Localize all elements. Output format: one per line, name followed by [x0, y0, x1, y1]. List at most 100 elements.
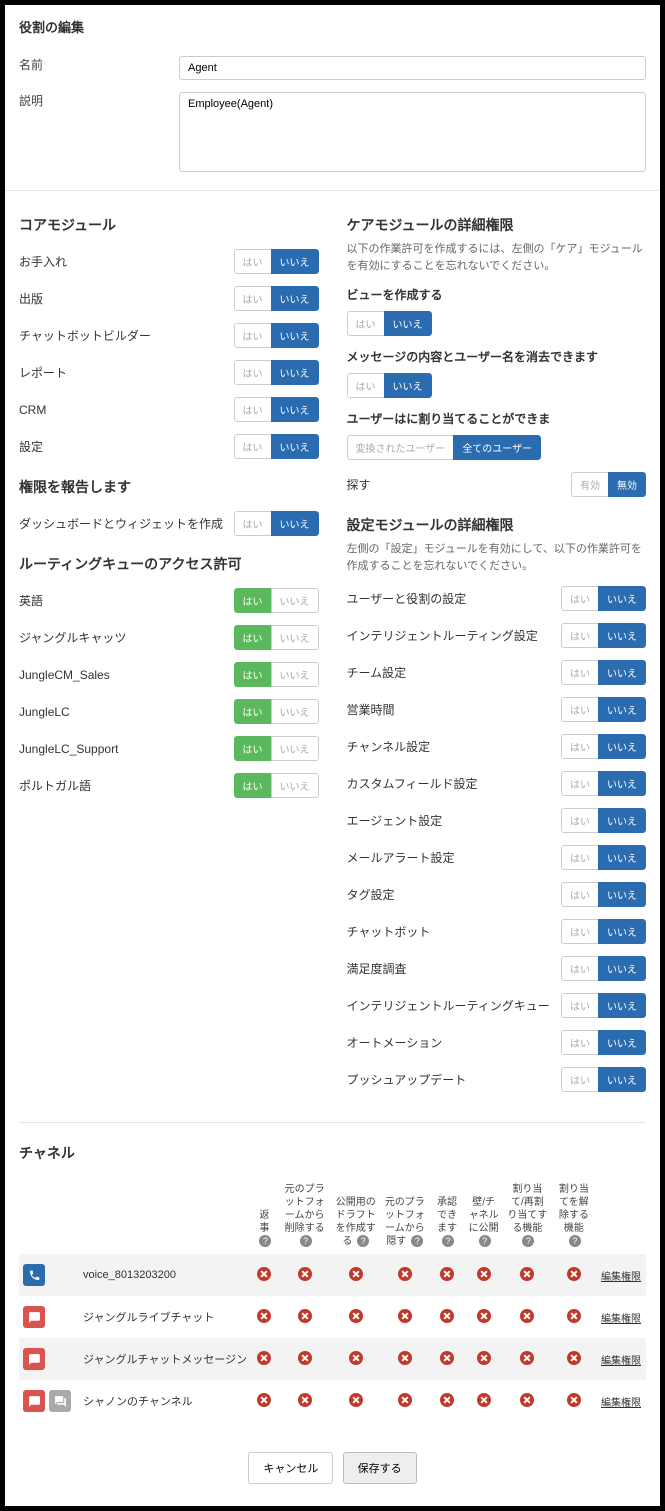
settings-toggle-9[interactable]: はい いいえ: [561, 919, 646, 944]
deny-icon[interactable]: [520, 1267, 534, 1281]
settings-toggle-7[interactable]: はい いいえ: [561, 845, 646, 870]
deny-icon[interactable]: [349, 1351, 363, 1365]
help-icon[interactable]: ?: [569, 1235, 581, 1247]
core-toggle-3[interactable]: はい いいえ: [234, 360, 319, 385]
deny-icon[interactable]: [298, 1267, 312, 1281]
report-row-label: ダッシュボードとウィジェットを作成: [19, 515, 223, 532]
deny-icon[interactable]: [440, 1267, 454, 1281]
deny-icon[interactable]: [520, 1393, 534, 1407]
report-toggle[interactable]: はい いいえ: [234, 511, 319, 536]
name-input[interactable]: [179, 56, 646, 80]
settings-toggle-3[interactable]: はい いいえ: [561, 697, 646, 722]
routing-toggle-3[interactable]: はい いいえ: [234, 699, 319, 724]
settings-row: インテリジェントルーティングキュー はい いいえ: [347, 993, 647, 1018]
settings-row: チャットボット はい いいえ: [347, 919, 647, 944]
deny-icon[interactable]: [567, 1309, 581, 1323]
core-toggle-1[interactable]: はい いいえ: [234, 286, 319, 311]
deny-icon[interactable]: [477, 1351, 491, 1365]
settings-row-label: タグ設定: [347, 886, 395, 903]
settings-toggle-11[interactable]: はい いいえ: [561, 993, 646, 1018]
core-toggle-2[interactable]: はい いいえ: [234, 323, 319, 348]
settings-toggle-4[interactable]: はい いいえ: [561, 734, 646, 759]
care-user-toggle[interactable]: 変換されたユーザー 全てのユーザー: [347, 435, 542, 460]
channel-header: 公開用のドラフトを作成する ?: [332, 1177, 380, 1254]
help-icon[interactable]: ?: [442, 1235, 454, 1247]
care-ed-toggle[interactable]: 有効 無効: [571, 472, 646, 497]
routing-title: ルーティングキューのアクセス許可: [19, 554, 319, 574]
settings-toggle-1[interactable]: はい いいえ: [561, 623, 646, 648]
deny-icon[interactable]: [257, 1393, 271, 1407]
routing-toggle-2[interactable]: はい いいえ: [234, 662, 319, 687]
core-toggle-4[interactable]: はい いいえ: [234, 397, 319, 422]
settings-toggle-12[interactable]: はい いいえ: [561, 1030, 646, 1055]
channels-title: チャネル: [19, 1143, 646, 1163]
save-button[interactable]: 保存する: [343, 1452, 417, 1484]
routing-toggle-0[interactable]: はい いいえ: [234, 588, 319, 613]
deny-icon[interactable]: [440, 1351, 454, 1365]
edit-permissions-link[interactable]: 編集権限: [601, 1272, 641, 1283]
help-icon[interactable]: ?: [479, 1235, 491, 1247]
core-row-label: CRM: [19, 403, 46, 417]
description-label: 説明: [19, 92, 179, 109]
deny-icon[interactable]: [398, 1267, 412, 1281]
deny-icon[interactable]: [567, 1351, 581, 1365]
deny-icon[interactable]: [349, 1309, 363, 1323]
settings-toggle-0[interactable]: はい いいえ: [561, 586, 646, 611]
settings-row-label: チャンネル設定: [347, 738, 431, 755]
help-icon[interactable]: ?: [259, 1235, 271, 1247]
care-note: 以下の作業許可を作成するには、左側の「ケア」モジュールを有効にすることを忘れない…: [347, 241, 647, 274]
edit-permissions-link[interactable]: 編集権限: [601, 1356, 641, 1367]
deny-icon[interactable]: [398, 1393, 412, 1407]
deny-icon[interactable]: [567, 1393, 581, 1407]
settings-toggle-10[interactable]: はい いいえ: [561, 956, 646, 981]
settings-toggle-8[interactable]: はい いいえ: [561, 882, 646, 907]
role-edit-panel: 役割の編集 名前 説明 コアモジュール お手入れ はい いいえ 出版 はい いい…: [0, 0, 665, 1511]
deny-icon[interactable]: [477, 1309, 491, 1323]
deny-icon[interactable]: [567, 1267, 581, 1281]
deny-icon[interactable]: [298, 1309, 312, 1323]
deny-icon[interactable]: [398, 1309, 412, 1323]
settings-row: オートメーション はい いいえ: [347, 1030, 647, 1055]
cancel-button[interactable]: キャンセル: [248, 1452, 333, 1484]
routing-toggle-4[interactable]: はい いいえ: [234, 736, 319, 761]
deny-icon[interactable]: [477, 1267, 491, 1281]
edit-permissions-link[interactable]: 編集権限: [601, 1314, 641, 1325]
description-input[interactable]: [179, 92, 646, 172]
deny-icon[interactable]: [477, 1393, 491, 1407]
deny-icon[interactable]: [257, 1351, 271, 1365]
multi-chat-icon: [49, 1390, 71, 1412]
settings-toggle-13[interactable]: はい いいえ: [561, 1067, 646, 1092]
deny-icon[interactable]: [440, 1393, 454, 1407]
help-icon[interactable]: ?: [300, 1235, 312, 1247]
settings-row: チーム設定 はい いいえ: [347, 660, 647, 685]
deny-icon[interactable]: [349, 1393, 363, 1407]
deny-icon[interactable]: [257, 1309, 271, 1323]
settings-row-label: ユーザーと役割の設定: [347, 590, 467, 607]
channel-header: 元のプラットフォームから削除する ?: [278, 1177, 332, 1254]
settings-toggle-2[interactable]: はい いいえ: [561, 660, 646, 685]
help-icon[interactable]: ?: [411, 1235, 423, 1247]
care-toggle-0[interactable]: はい いいえ: [347, 311, 432, 336]
deny-icon[interactable]: [298, 1351, 312, 1365]
settings-toggle-6[interactable]: はい いいえ: [561, 808, 646, 833]
deny-icon[interactable]: [349, 1267, 363, 1281]
routing-toggle-5[interactable]: はい いいえ: [234, 773, 319, 798]
edit-permissions-link[interactable]: 編集権限: [601, 1398, 641, 1409]
deny-icon[interactable]: [520, 1351, 534, 1365]
deny-icon[interactable]: [398, 1351, 412, 1365]
care-sub-label: ビューを作成する: [347, 286, 647, 303]
care-toggle-1[interactable]: はい いいえ: [347, 373, 432, 398]
settings-note: 左側の「設定」モジュールを有効にして、以下の作業許可を作成することを忘れないでく…: [347, 541, 647, 574]
core-toggle-0[interactable]: はい いいえ: [234, 249, 319, 274]
core-row: 設定 はい いいえ: [19, 434, 319, 459]
routing-toggle-1[interactable]: はい いいえ: [234, 625, 319, 650]
core-toggle-5[interactable]: はい いいえ: [234, 434, 319, 459]
help-icon[interactable]: ?: [357, 1235, 369, 1247]
settings-toggle-5[interactable]: はい いいえ: [561, 771, 646, 796]
help-icon[interactable]: ?: [522, 1235, 534, 1247]
deny-icon[interactable]: [298, 1393, 312, 1407]
deny-icon[interactable]: [520, 1309, 534, 1323]
deny-icon[interactable]: [440, 1309, 454, 1323]
deny-icon[interactable]: [257, 1267, 271, 1281]
settings-row-label: インテリジェントルーティングキュー: [347, 997, 550, 1014]
